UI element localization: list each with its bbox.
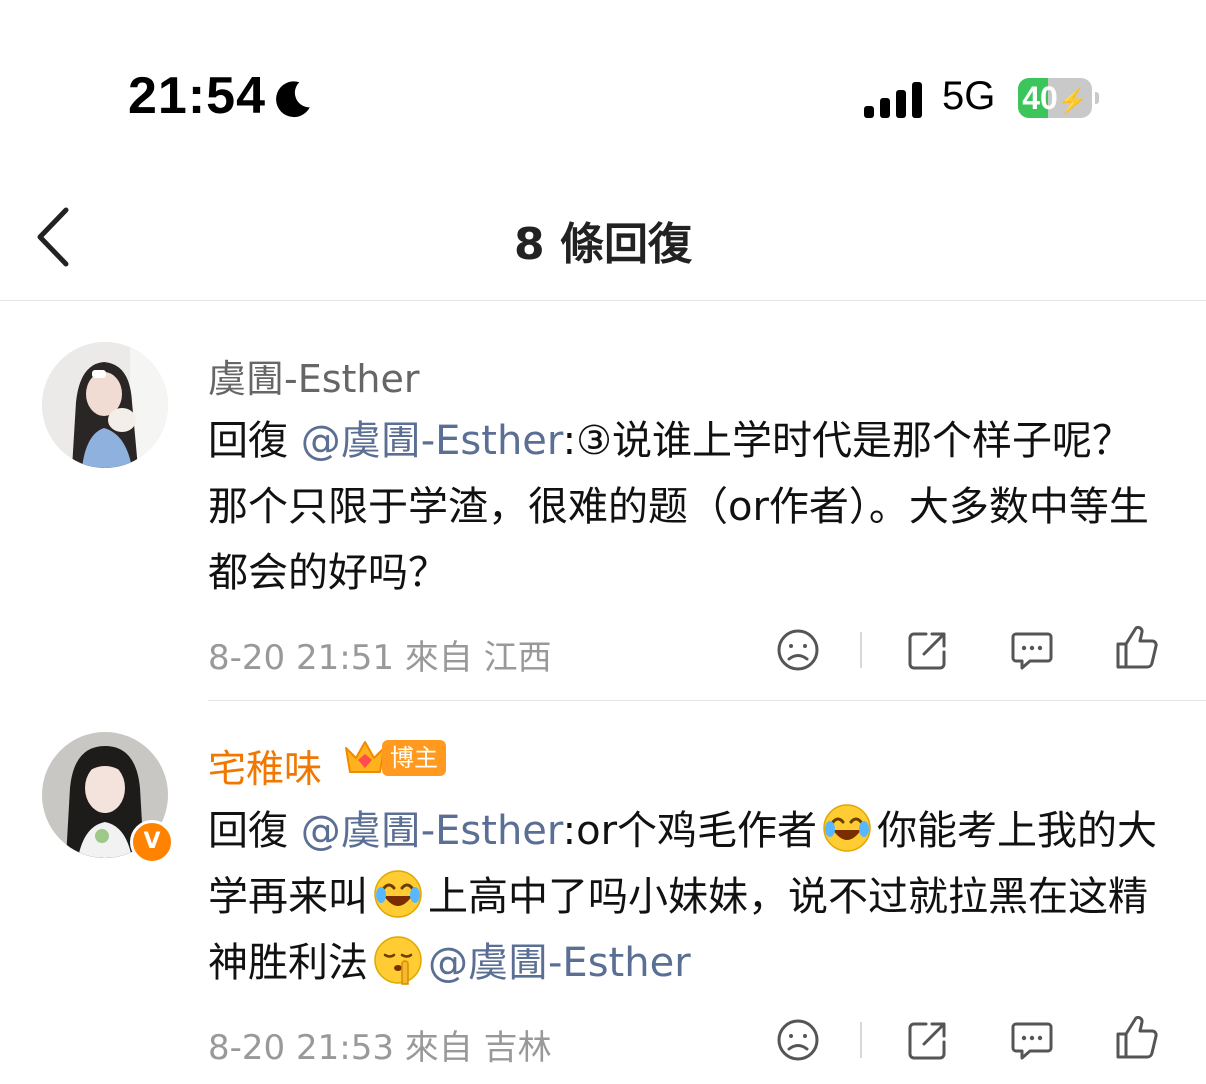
dislike-icon[interactable]	[774, 1016, 822, 1064]
vip-badge: 博主	[342, 738, 446, 778]
like-icon[interactable]	[1112, 1014, 1160, 1062]
verified-badge: V	[130, 820, 174, 864]
mention-link[interactable]: @虞圊-Esther	[301, 418, 563, 464]
reply-prefix: 回復	[208, 418, 288, 464]
comment-meta: 8-20 21:51 來自 江西	[208, 630, 552, 679]
blogger-tag: 博主	[382, 740, 446, 776]
comment-username[interactable]: 虞圊-Esther	[208, 348, 420, 403]
battery-tip	[1095, 92, 1099, 104]
comment-location: 來自 江西	[404, 638, 552, 678]
status-bar: 21:54 5G 40⚡	[0, 0, 1206, 190]
battery-icon: 40⚡	[1018, 78, 1092, 118]
comment-text: 回復 @虞圊-Esther:or个鸡毛作者 你能考上我的大学再来叫 上高中了吗小…	[208, 798, 1168, 996]
mention-link[interactable]: @虞圊-Esther	[301, 808, 563, 854]
network-type: 5G	[942, 74, 996, 118]
action-separator	[860, 632, 862, 668]
comment-location: 來自 吉林	[404, 1028, 552, 1068]
battery-level: 40	[1022, 80, 1058, 116]
comment-icon[interactable]	[1008, 626, 1056, 674]
comment-text: 回復 @虞圊-Esther:③说谁上学时代是那个样子呢？那个只限于学渣，很难的题…	[208, 408, 1168, 606]
comment-time: 8-20 21:51	[208, 638, 394, 678]
comment-item: 虞圊-Esther 回復 @虞圊-Esther:③说谁上学时代是那个样子呢？那个…	[0, 300, 1206, 701]
page-title: 8 條回復	[514, 219, 692, 270]
avatar[interactable]	[42, 342, 168, 468]
comment-item: V 宅稚味 博主 回復 @虞圊-Esther:or个鸡毛作者 你能考上我的大学再…	[0, 700, 1206, 1084]
comment-body-1: :or个鸡毛作者	[562, 808, 818, 854]
comment-username[interactable]: 宅稚味	[208, 738, 322, 793]
share-icon[interactable]	[904, 626, 952, 674]
comment-icon[interactable]	[1008, 1016, 1056, 1064]
comment-time: 8-20 21:53	[208, 1028, 394, 1068]
mention-link-2[interactable]: @虞圊-Esther	[428, 940, 691, 986]
avatar-image	[42, 342, 168, 468]
signal-icon	[864, 80, 926, 118]
comment-meta: 8-20 21:53 來自 吉林	[208, 1020, 552, 1069]
shushing-emoji-icon	[374, 936, 422, 985]
nav-bar: 8 條回復	[0, 190, 1206, 301]
action-separator	[860, 1022, 862, 1058]
dislike-icon[interactable]	[774, 626, 822, 674]
like-icon[interactable]	[1112, 624, 1160, 672]
reply-prefix: 回復	[208, 808, 288, 854]
laughing-tears-emoji-icon	[823, 804, 871, 852]
moon-icon	[276, 81, 310, 118]
laughing-tears-emoji-icon	[374, 870, 422, 918]
status-time: 21:54	[128, 67, 266, 125]
share-icon[interactable]	[904, 1016, 952, 1064]
